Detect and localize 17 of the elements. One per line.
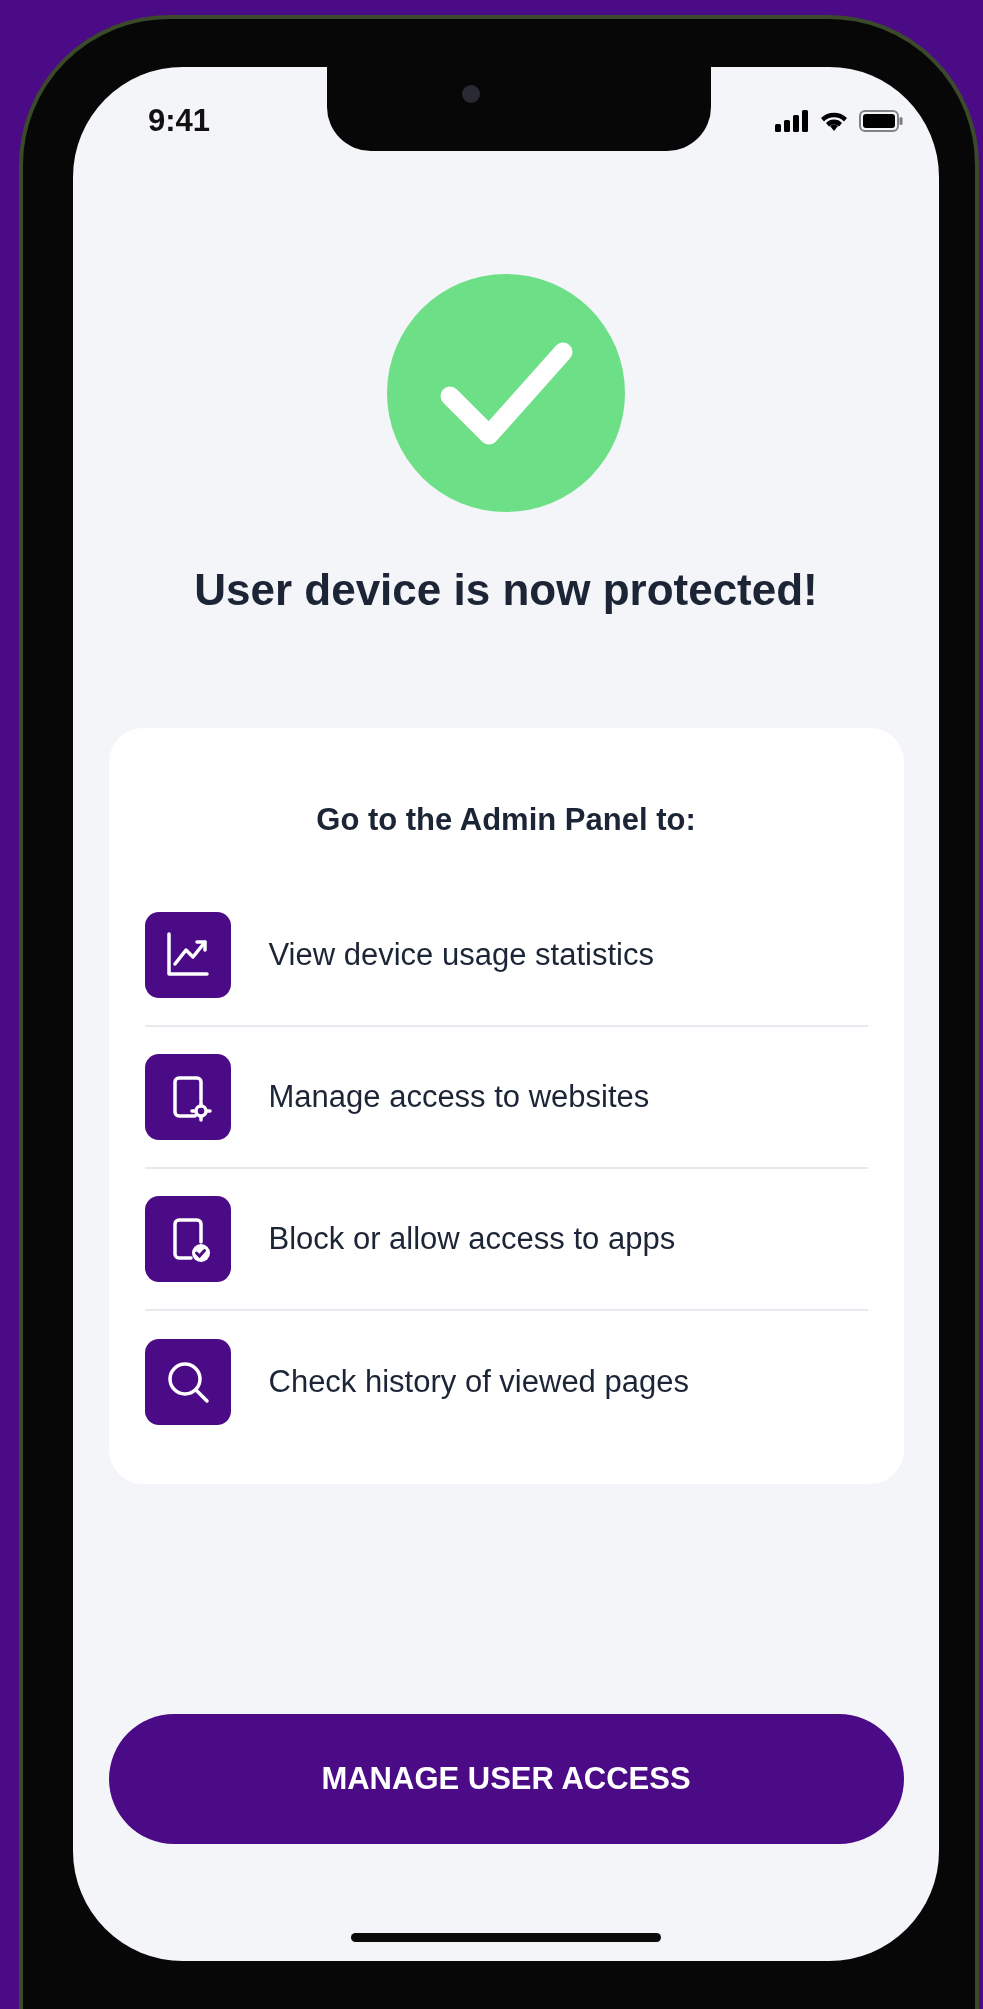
success-title: User device is now protected! <box>194 564 818 616</box>
card-heading: Go to the Admin Panel to: <box>315 801 697 839</box>
phone-check-icon <box>144 1196 231 1282</box>
signal-icon <box>775 110 809 132</box>
status-time: 9:41 <box>148 103 211 139</box>
chart-icon <box>144 912 231 998</box>
battery-icon <box>859 110 903 132</box>
feature-label: Check history of viewed pages <box>268 1364 689 1400</box>
search-icon <box>144 1339 231 1425</box>
feature-label: Manage access to websites <box>268 1079 650 1115</box>
feature-label: Block or allow access to apps <box>268 1221 676 1257</box>
camera-icon <box>462 85 480 103</box>
phone-gear-icon <box>144 1054 231 1140</box>
feature-label: View device usage statistics <box>268 937 654 973</box>
checkmark-icon <box>387 274 625 512</box>
manage-access-button[interactable]: MANAGE USER ACCESS <box>108 1714 904 1844</box>
wifi-icon <box>819 110 849 132</box>
